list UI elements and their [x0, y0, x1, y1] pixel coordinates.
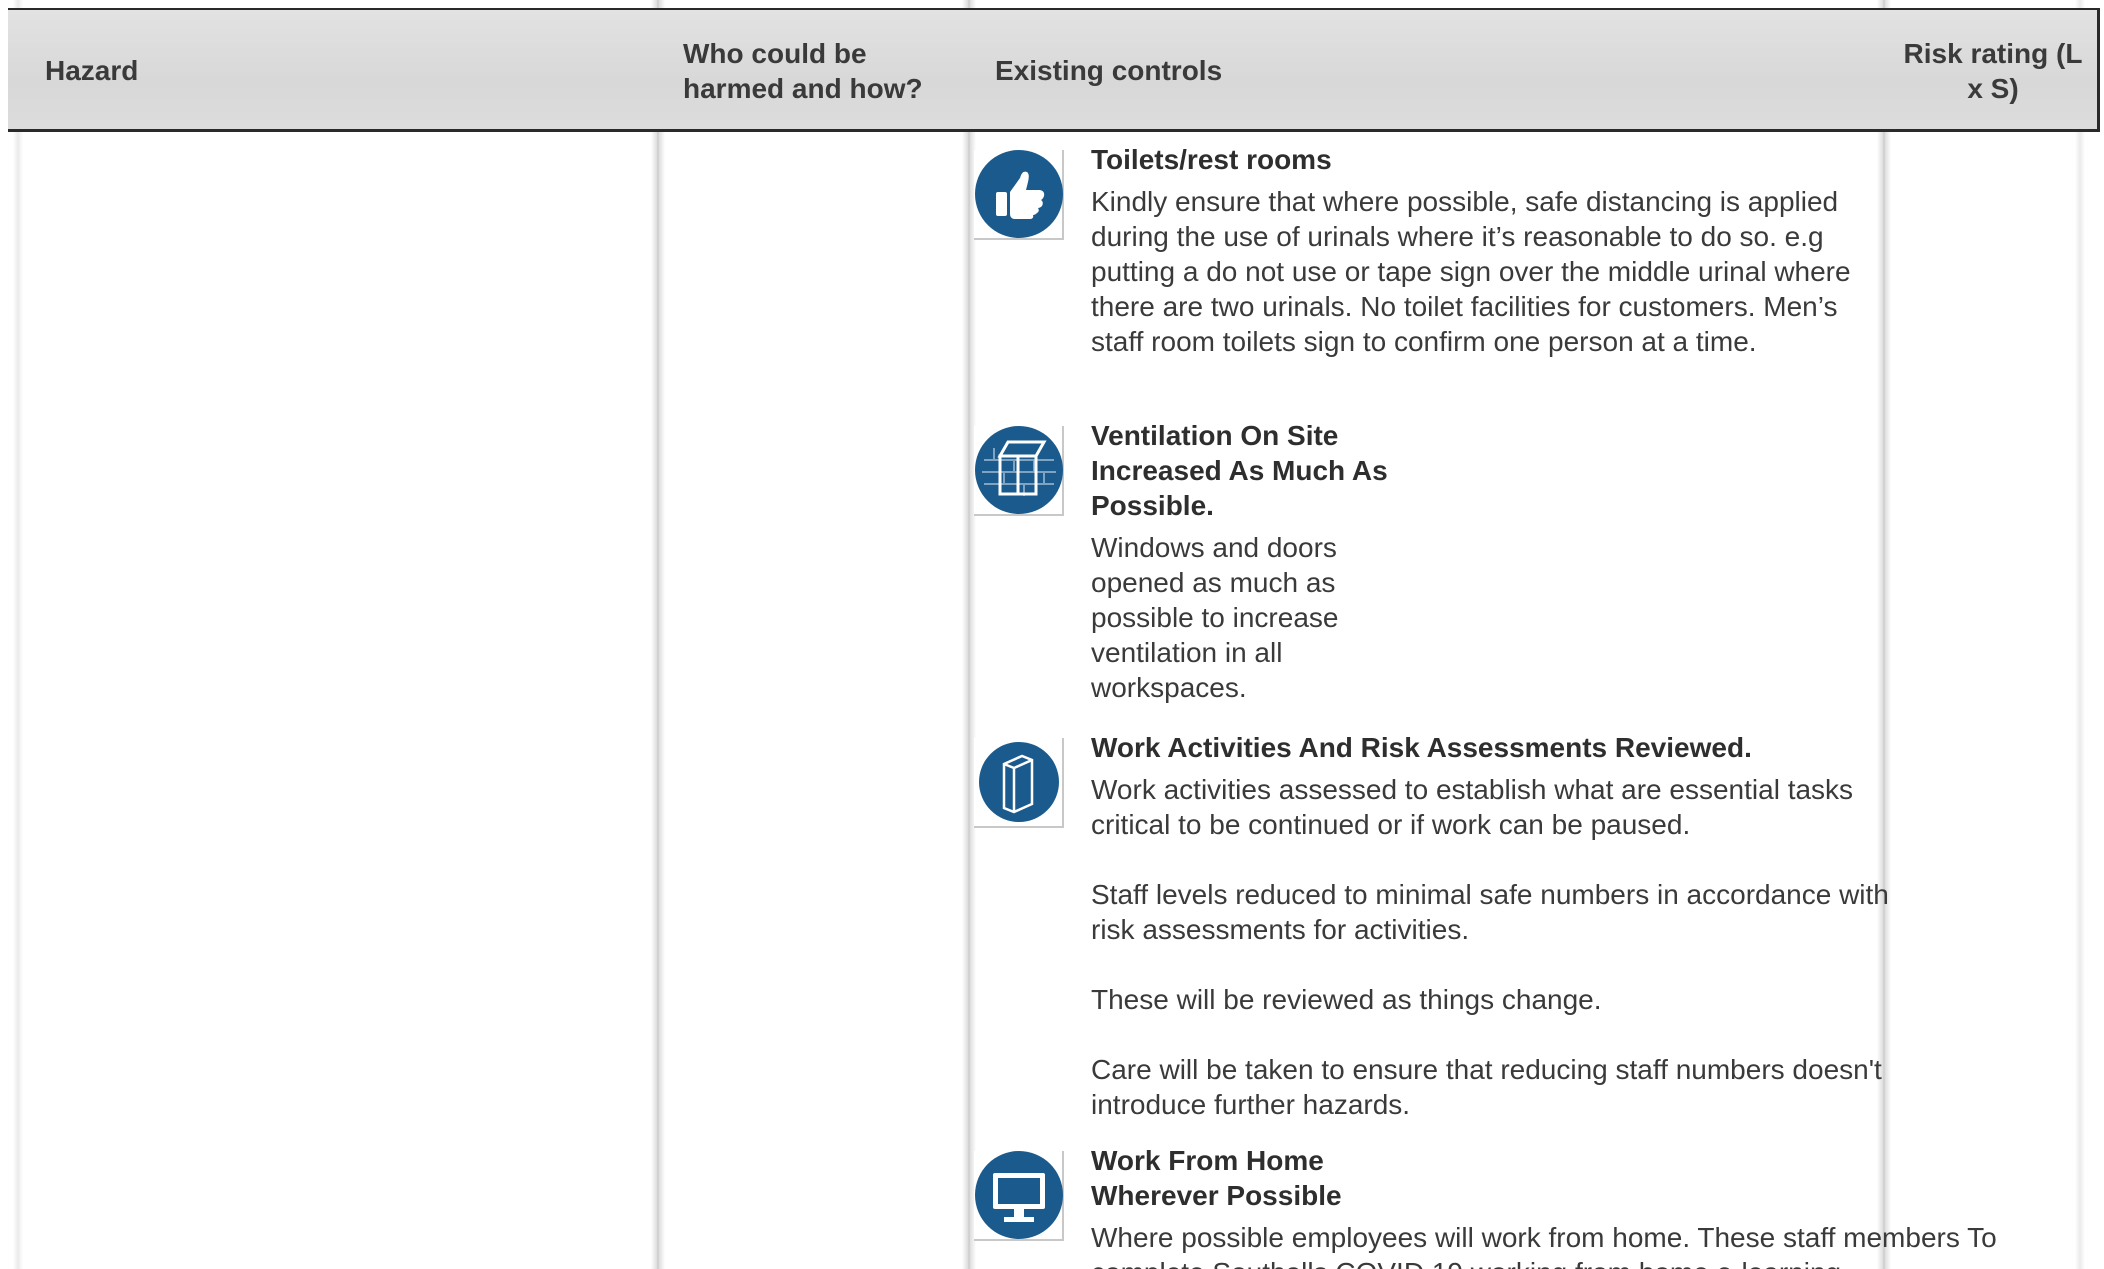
header-hazard: Hazard: [45, 55, 139, 86]
header-risk-rating: Risk rating (L x S): [1903, 37, 2083, 104]
control-paragraph: Windows and doors opened as much as poss…: [1091, 532, 1339, 703]
header-existing-controls: Existing controls: [995, 55, 1223, 86]
open-window-icon: [974, 426, 1064, 516]
column-divider: [651, 0, 665, 1269]
control-body: Where possible employees will work from …: [1091, 1220, 2091, 1269]
control-text: Toilets/rest rooms Kindly ensure that wh…: [1091, 142, 1881, 359]
control-paragraph: Work activities assessed to establish wh…: [1091, 774, 1854, 840]
control-title: Toilets/rest rooms: [1091, 144, 1332, 175]
control-body: Work activities assessed to establish wh…: [1091, 772, 1921, 1122]
control-title: Work Activities And Risk Assessments Rev…: [1091, 732, 1752, 763]
column-divider: [13, 0, 23, 1269]
control-title: Work From Home Wherever Possible: [1091, 1145, 1342, 1211]
control-paragraph: Care will be taken to ensure that reduci…: [1091, 1054, 1882, 1120]
control-title: Ventilation On Site Increased As Much As…: [1091, 420, 1388, 521]
control-text: Work From Home Wherever Possible Where p…: [1091, 1143, 2091, 1269]
control-text: Ventilation On Site Increased As Much As…: [1091, 418, 1411, 705]
thumbs-up-icon: [974, 150, 1064, 240]
control-paragraph: Kindly ensure that where possible, safe …: [1091, 186, 1851, 357]
header-who-could-be-harmed: Who could be harmed and how?: [683, 37, 923, 104]
table-header: Hazard Who could be harmed and how? Exis…: [8, 8, 2100, 132]
risk-assessment-page: Hazard Who could be harmed and how? Exis…: [0, 0, 2104, 1269]
computer-monitor-icon: [974, 1151, 1064, 1241]
control-text: Work Activities And Risk Assessments Rev…: [1091, 730, 1921, 1122]
column-divider: [2075, 0, 2085, 1269]
control-paragraph: These will be reviewed as things change.: [1091, 984, 1602, 1015]
control-body: Windows and doors opened as much as poss…: [1091, 530, 1411, 705]
control-paragraph: Staff levels reduced to minimal safe num…: [1091, 879, 1889, 945]
document-folder-icon: [974, 738, 1064, 828]
control-paragraph: Where possible employees will work from …: [1091, 1222, 1997, 1269]
control-body: Kindly ensure that where possible, safe …: [1091, 184, 1881, 359]
